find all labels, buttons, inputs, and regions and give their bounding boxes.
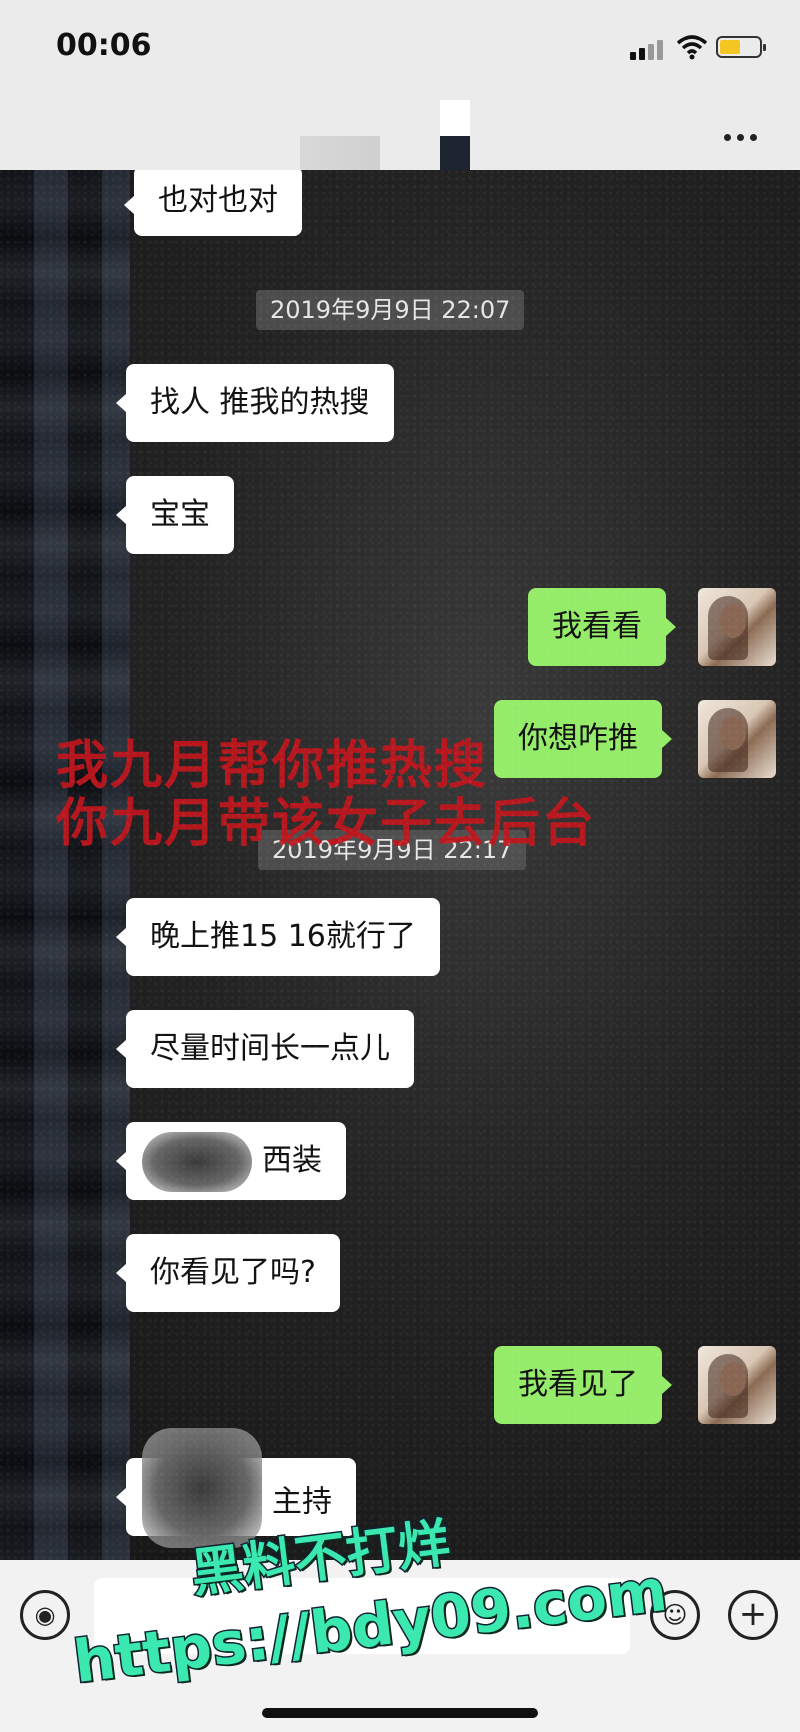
message-timestamp: 2019年9月9日 22:07 xyxy=(256,290,525,330)
message-bubble[interactable]: 找人 推我的热搜 xyxy=(116,364,394,442)
status-time: 00:06 xyxy=(56,28,152,63)
contact-name-redacted-2 xyxy=(440,100,470,136)
overlay-caption-line-2: 你九月带该女子去后台 xyxy=(56,794,597,854)
battery-icon xyxy=(716,36,766,58)
message-bubble[interactable]: 你看见了吗? xyxy=(116,1234,340,1312)
message-text: 西装 xyxy=(262,1143,322,1178)
status-bar: 00:06 xyxy=(0,0,800,100)
overlay-caption-line-1: 我九月帮你推热搜 xyxy=(56,736,489,796)
message-bubble[interactable]: 尽量时间长一点儿 xyxy=(116,1010,414,1088)
message-bubble[interactable]: 西装 xyxy=(116,1122,346,1200)
cellular-signal-icon xyxy=(630,38,666,60)
avatar[interactable] xyxy=(698,588,776,666)
message-bubble[interactable]: 也对也对 xyxy=(124,170,302,236)
home-indicator xyxy=(262,1708,538,1718)
voice-input-icon[interactable]: ◉ xyxy=(20,1590,70,1640)
chat-area[interactable]: 也对也对 2019年9月9日 22:07 找人 推我的热搜 宝宝 我看看 你想咋… xyxy=(0,170,800,1560)
message-bubble[interactable]: 晚上推15 16就行了 xyxy=(116,898,440,976)
plus-icon[interactable]: + xyxy=(728,1590,778,1640)
wifi-icon xyxy=(676,35,708,60)
chat-header xyxy=(0,100,800,178)
pixelated-avatar-column xyxy=(0,170,130,1560)
message-bubble[interactable]: 你想咋推 xyxy=(494,700,672,778)
message-bubble[interactable]: 宝宝 xyxy=(116,476,234,554)
message-bubble[interactable]: 我看看 xyxy=(528,588,676,666)
message-bubble[interactable]: 我看见了 xyxy=(494,1346,672,1424)
avatar[interactable] xyxy=(698,1346,776,1424)
redacted-text xyxy=(142,1131,252,1192)
more-options-icon[interactable] xyxy=(724,126,764,141)
avatar[interactable] xyxy=(698,700,776,778)
